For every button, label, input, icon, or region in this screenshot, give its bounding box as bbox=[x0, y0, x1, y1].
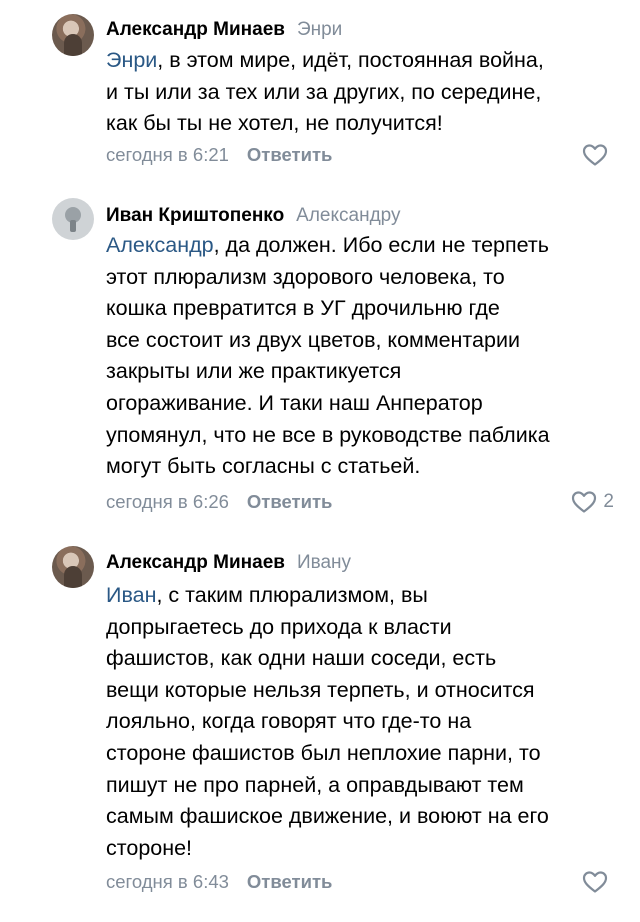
mention-link[interactable]: Александр bbox=[106, 233, 214, 257]
heart-outline-icon bbox=[582, 870, 608, 894]
comment-line: и ты или за тех или за других, по середи… bbox=[106, 79, 542, 104]
comment-line: Энри, в этом мире, идёт, постоянная войн… bbox=[106, 48, 544, 72]
comment-line: стороне фашистов был неплохие парни, то bbox=[106, 740, 541, 765]
mention-link[interactable]: Энри bbox=[106, 48, 157, 72]
author-avatar[interactable] bbox=[52, 198, 94, 240]
reply-button[interactable]: Ответить bbox=[247, 871, 333, 892]
comment-line: пишут не про парней, а оправдывают тем bbox=[106, 772, 524, 797]
comment-line: допрыгаетесь до прихода к власти bbox=[106, 614, 452, 639]
comment-text: Александр, да должен. Ибо если не терпет… bbox=[106, 230, 621, 483]
author-name[interactable]: Иван Криштопенко bbox=[106, 205, 284, 226]
comment-header: Александр Минаев Ивану bbox=[106, 551, 351, 575]
comment-meta: сегодня в 6:21 Ответить bbox=[106, 143, 332, 167]
timestamp[interactable]: сегодня в 6:26 bbox=[106, 491, 229, 512]
comment-line: Иван, с таким плюрализмом, вы bbox=[106, 583, 428, 607]
comment-text: Иван, с таким плюрализмом, вы допрыгаете… bbox=[106, 580, 621, 864]
like-button[interactable]: 2 bbox=[571, 490, 614, 514]
comment-header: Александр Минаев Энри bbox=[106, 18, 342, 42]
comment-header: Иван Криштопенко Александру bbox=[106, 204, 401, 228]
author-avatar[interactable] bbox=[52, 546, 94, 588]
comment-text: Энри, в этом мире, идёт, постоянная войн… bbox=[106, 45, 621, 140]
mention-link[interactable]: Иван bbox=[106, 583, 156, 607]
comment-line: упомянул, что не все в руководстве пабли… bbox=[106, 422, 550, 447]
comment-line: фашистов, как одни наши соседи, есть bbox=[106, 646, 497, 671]
author-avatar[interactable] bbox=[52, 14, 94, 56]
comment-line: лояльно, когда говорят что где-то на bbox=[106, 709, 472, 734]
like-button[interactable] bbox=[582, 870, 614, 894]
comment-line: самым фашиское движение, и воюют на его bbox=[106, 804, 549, 829]
timestamp[interactable]: сегодня в 6:21 bbox=[106, 144, 229, 165]
like-button[interactable] bbox=[582, 143, 614, 167]
reply-button[interactable]: Ответить bbox=[247, 144, 333, 165]
reply-to-name[interactable]: Александру bbox=[296, 205, 400, 226]
author-name[interactable]: Александр Минаев bbox=[106, 552, 285, 573]
comment-line: могут быть согласны с статьей. bbox=[106, 454, 421, 479]
comment-line: стороне! bbox=[106, 835, 193, 860]
comment-line: кошка превратится в УГ дрочильню где bbox=[106, 296, 500, 321]
timestamp[interactable]: сегодня в 6:43 bbox=[106, 871, 229, 892]
comment-meta: сегодня в 6:43 Ответить bbox=[106, 870, 332, 894]
comment-line: как бы ты не хотел, не получится! bbox=[106, 111, 443, 136]
comment-line: этот плюрализм здорового человека, то bbox=[106, 264, 505, 289]
author-name[interactable]: Александр Минаев bbox=[106, 19, 285, 40]
reply-to-name[interactable]: Энри bbox=[297, 19, 342, 40]
comment-line: закрыты или же практикуется bbox=[106, 359, 402, 384]
comment-meta: сегодня в 6:26 Ответить bbox=[106, 490, 332, 514]
heart-outline-icon bbox=[582, 143, 608, 167]
reply-to-name[interactable]: Ивану bbox=[297, 552, 351, 573]
reply-button[interactable]: Ответить bbox=[247, 491, 333, 512]
comment-line: вещи которые нельзя терпеть, и относится bbox=[106, 677, 535, 702]
comment-line: огораживание. И таки наш Анператор bbox=[106, 390, 483, 415]
comment-line: все состоит из двух цветов, комментарии bbox=[106, 327, 520, 352]
like-count: 2 bbox=[603, 491, 614, 512]
heart-outline-icon bbox=[571, 490, 597, 514]
comment-line: Александр, да должен. Ибо если не терпет… bbox=[106, 233, 549, 257]
